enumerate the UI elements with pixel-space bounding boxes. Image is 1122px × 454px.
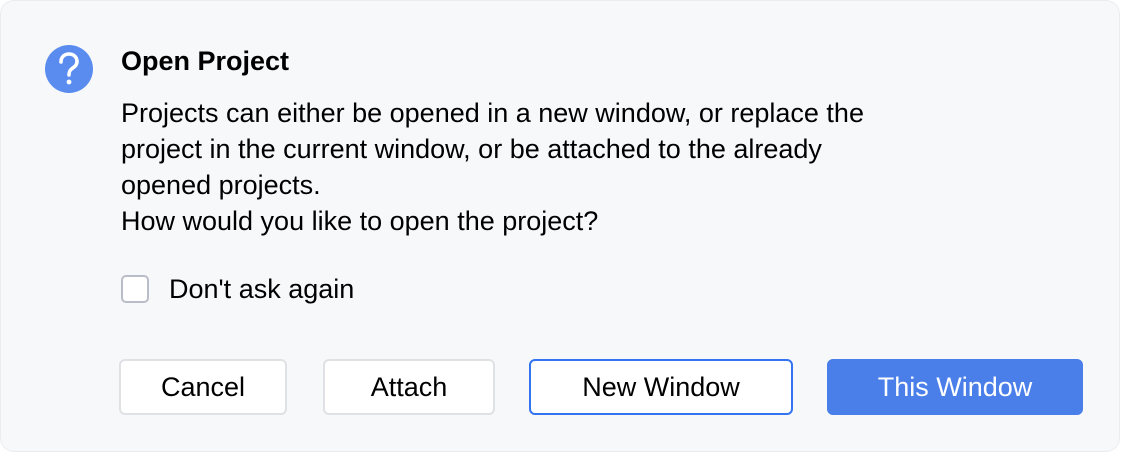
new-window-button[interactable]: New Window <box>529 359 793 415</box>
dont-ask-again-checkbox[interactable] <box>121 275 149 303</box>
dont-ask-again-label[interactable]: Don't ask again <box>169 272 354 306</box>
question-icon <box>45 45 93 93</box>
dont-ask-again-option[interactable]: Don't ask again <box>121 272 354 306</box>
message-line: Projects can either be opened in a new w… <box>121 98 864 128</box>
message-line: How would you like to open the project? <box>121 206 599 236</box>
message-line: opened projects. <box>121 170 321 200</box>
message-line: project in the current window, or be att… <box>121 134 822 164</box>
this-window-button[interactable]: This Window <box>827 359 1083 415</box>
open-project-dialog: Open Project Projects can either be open… <box>0 0 1120 452</box>
dialog-title: Open Project <box>121 46 290 76</box>
cancel-button[interactable]: Cancel <box>119 359 287 415</box>
attach-button[interactable]: Attach <box>323 359 495 415</box>
dialog-message: Projects can either be opened in a new w… <box>121 95 981 239</box>
